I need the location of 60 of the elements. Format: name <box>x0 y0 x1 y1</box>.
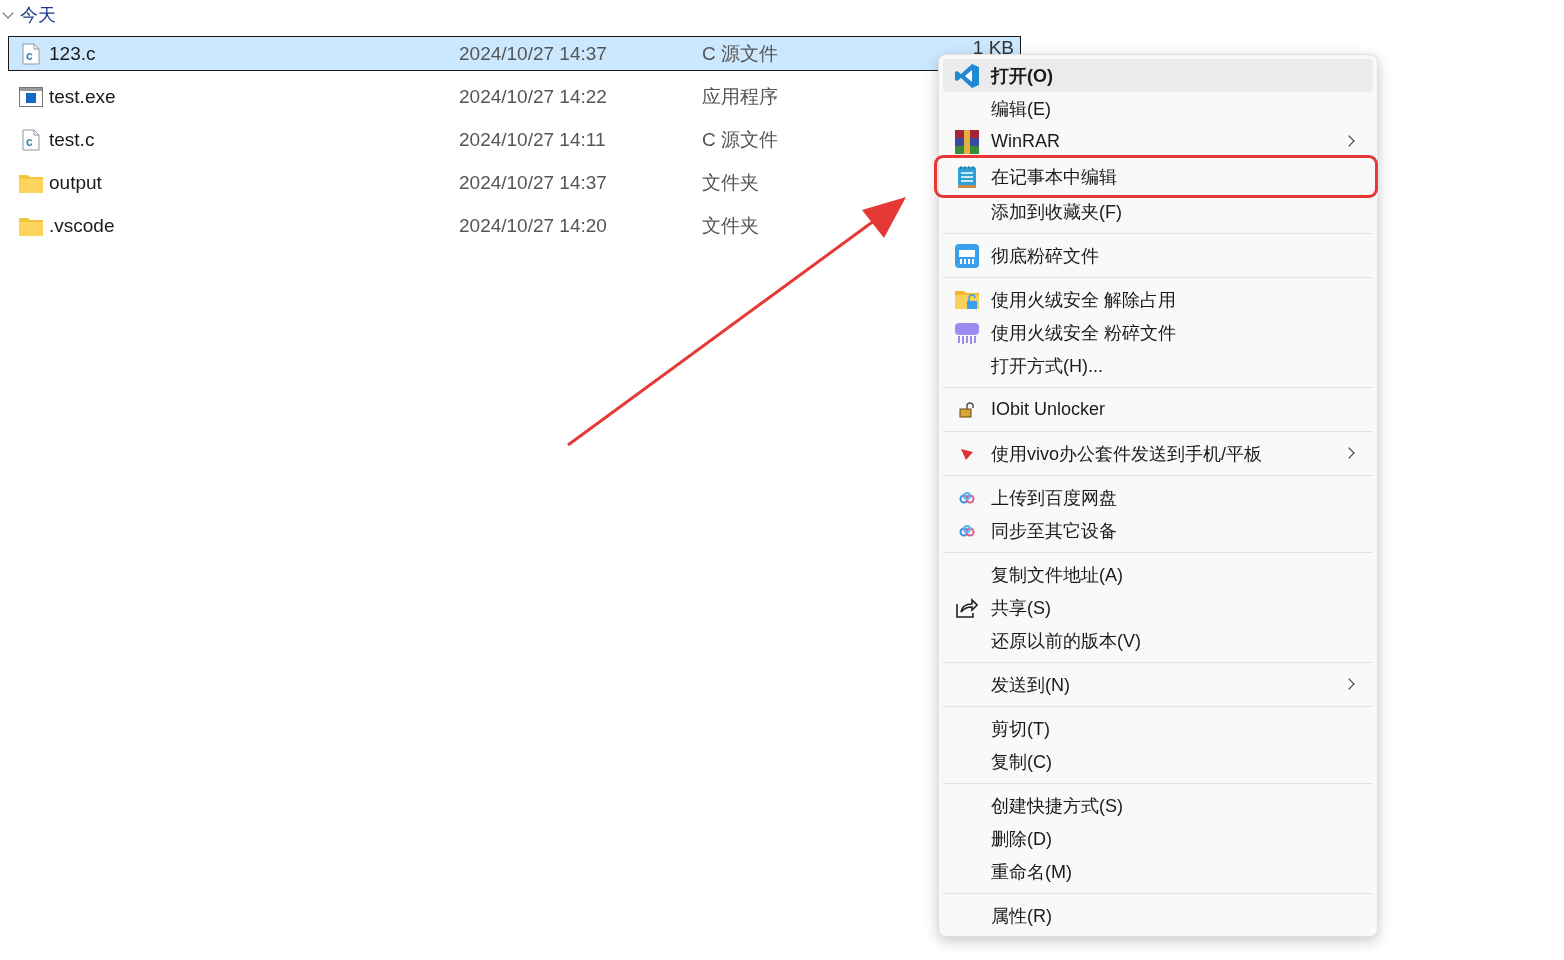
file-row[interactable]: c test.c 2024/10/27 14:11 C 源文件 <box>8 122 928 157</box>
menu-item[interactable]: 在记事本中编辑 <box>939 160 1373 193</box>
file-type: C 源文件 <box>702 41 779 66</box>
menu-item[interactable]: 使用火绒安全 粉碎文件 <box>943 316 1373 349</box>
shredder-icon <box>955 243 979 268</box>
file-type: 应用程序 <box>702 84 779 109</box>
file-row[interactable]: .vscode 2024/10/27 14:20 文件夹 <box>8 208 928 243</box>
file-type: 文件夹 <box>702 170 760 195</box>
file-type: 文件夹 <box>702 213 760 238</box>
file-name: test.c <box>49 128 96 151</box>
folder-icon <box>19 215 43 236</box>
menu-item[interactable]: 发送到(N) <box>943 668 1373 701</box>
notepad-icon <box>957 164 977 189</box>
menu-item[interactable]: 重命名(M) <box>943 855 1373 888</box>
file-type: C 源文件 <box>702 127 779 152</box>
padlock-icon <box>959 401 975 418</box>
application-icon <box>19 86 43 107</box>
cloud-icon <box>959 491 975 504</box>
menu-item[interactable]: 彻底粉碎文件 <box>943 239 1373 272</box>
file-date: 2024/10/27 14:11 <box>459 128 607 151</box>
file-date: 2024/10/27 14:22 <box>459 85 608 108</box>
file-size: 1 KB <box>972 36 1015 59</box>
menu-item[interactable]: 打开(O) <box>943 59 1373 92</box>
file-row[interactable]: output 2024/10/27 14:37 文件夹 <box>8 165 928 200</box>
file-name: output <box>49 171 103 194</box>
file-date: 2024/10/27 14:20 <box>459 214 608 237</box>
menu-item[interactable]: 还原以前的版本(V) <box>943 624 1373 657</box>
file-date: 2024/10/27 14:37 <box>459 42 608 65</box>
cloud-icon <box>959 524 975 537</box>
shredder-icon <box>955 320 979 345</box>
menu-item[interactable]: 打开方式(H)... <box>943 349 1373 382</box>
menu-item[interactable]: 复制文件地址(A) <box>943 558 1373 591</box>
menu-item[interactable]: 编辑(E) <box>943 92 1373 125</box>
menu-item[interactable]: 同步至其它设备 <box>943 514 1373 547</box>
menu-item[interactable]: 共享(S) <box>943 591 1373 624</box>
file-name: test.exe <box>49 85 117 108</box>
menu-item[interactable]: IObit Unlocker <box>943 393 1373 426</box>
c-file-icon: c <box>22 128 40 151</box>
menu-item[interactable]: 添加到收藏夹(F) <box>943 195 1373 228</box>
file-row[interactable]: test.exe 2024/10/27 14:22 应用程序 <box>8 79 928 114</box>
folder-lock-icon <box>955 288 979 311</box>
menu-item[interactable]: 复制(C) <box>943 745 1373 778</box>
share-icon <box>956 597 978 618</box>
menu-item[interactable]: 上传到百度网盘 <box>943 481 1373 514</box>
code-editor-icon <box>954 62 980 89</box>
c-file-icon: c <box>22 42 40 65</box>
group-label: 今天 <box>20 4 56 27</box>
file-name: .vscode <box>49 214 116 237</box>
file-name: 123.c <box>49 42 97 65</box>
archive-stack-icon <box>955 129 979 154</box>
menu-item[interactable]: 使用vivo办公套件发送到手机/平板 <box>943 437 1373 470</box>
arrowhead-icon <box>961 447 973 460</box>
file-date: 2024/10/27 14:37 <box>459 171 608 194</box>
menu-item[interactable]: 属性(R) <box>943 899 1373 932</box>
menu-item[interactable]: 删除(D) <box>943 822 1373 855</box>
menu-item[interactable]: 创建快捷方式(S) <box>943 789 1373 822</box>
menu-item[interactable]: 剪切(T) <box>943 712 1373 745</box>
menu-item[interactable]: WinRAR <box>943 125 1373 158</box>
folder-icon <box>19 172 43 193</box>
menu-item[interactable]: 使用火绒安全 解除占用 <box>943 283 1373 316</box>
